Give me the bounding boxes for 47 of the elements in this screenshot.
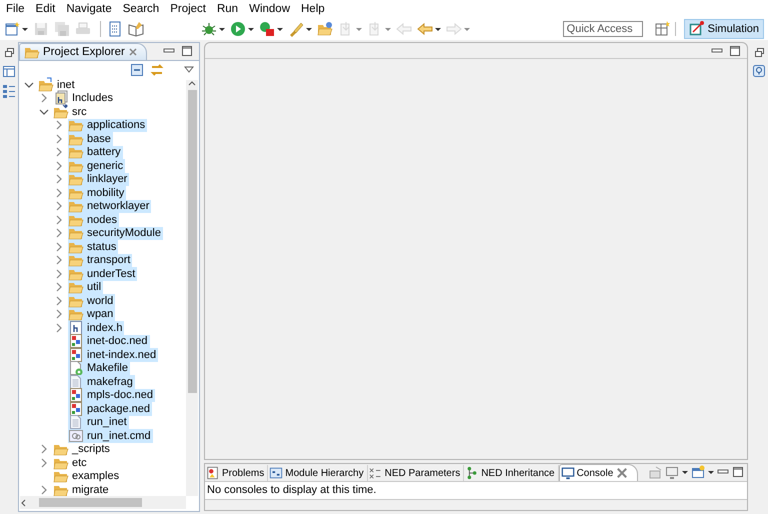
tree-item[interactable]: etc xyxy=(53,456,89,470)
tree-item[interactable]: transport xyxy=(68,254,132,267)
menu-item[interactable]: Help xyxy=(301,3,331,15)
tree-item[interactable]: mpls-doc.ned xyxy=(68,388,156,402)
menu-item[interactable]: Edit xyxy=(36,3,62,15)
tree-item[interactable]: networklayer xyxy=(68,200,152,213)
tree-item[interactable]: migrate xyxy=(53,483,111,496)
tree-item[interactable]: Includes xyxy=(53,92,115,105)
tree-item[interactable]: examples xyxy=(53,470,122,483)
menu-item[interactable]: Project xyxy=(170,3,212,15)
tree-item[interactable]: src xyxy=(53,105,89,118)
menu-item[interactable]: File xyxy=(6,3,31,15)
menu-item[interactable]: Search xyxy=(122,3,166,15)
tree-item[interactable]: base xyxy=(68,132,113,146)
view-tab[interactable]: NED Parameters xyxy=(368,465,464,481)
tree-item[interactable]: run_inet.cmd xyxy=(68,429,153,442)
tree-item[interactable]: mobility xyxy=(68,186,126,200)
perspective-button[interactable]: Simulation xyxy=(684,19,764,39)
tree-item[interactable]: generic xyxy=(68,159,126,172)
tree-item[interactable]: status xyxy=(68,240,118,254)
menu-item[interactable]: Navigate xyxy=(66,3,118,15)
quick-access-field[interactable]: Quick Access xyxy=(562,21,643,37)
tree-item[interactable]: inet-doc.ned xyxy=(68,334,150,348)
tree-item[interactable]: makefrag xyxy=(68,375,135,388)
view-tab[interactable]: Problems xyxy=(205,465,268,481)
tree-item[interactable]: wpan xyxy=(68,308,116,321)
console-message: No consoles to display at this time. xyxy=(205,482,747,500)
tree-item[interactable]: inet xyxy=(38,78,77,92)
tree-item[interactable]: underTest xyxy=(68,267,138,280)
menu-item[interactable]: Window xyxy=(249,3,296,15)
tree-item[interactable]: index.h xyxy=(68,321,124,334)
menu-item[interactable]: Run xyxy=(216,3,244,15)
tree-item[interactable]: run_inet xyxy=(68,416,129,429)
tree-item[interactable]: world xyxy=(68,294,116,308)
tree-item[interactable]: Makefile xyxy=(68,362,130,375)
view-tab[interactable]: Module Hierarchy xyxy=(268,465,368,481)
tree-item[interactable]: inet-index.ned xyxy=(68,348,158,362)
tree-item[interactable]: package.ned xyxy=(68,402,152,416)
tree-item[interactable]: util xyxy=(68,280,104,294)
view-tab[interactable]: Project Explorer xyxy=(19,43,147,60)
tree-item[interactable]: nodes xyxy=(68,213,119,226)
tree-item[interactable]: linklayer xyxy=(68,172,130,186)
tree-item[interactable]: battery xyxy=(68,146,123,159)
tree-item[interactable]: applications xyxy=(68,118,148,132)
tree-item[interactable]: securityModule xyxy=(68,226,163,240)
tree-item[interactable]: _scripts xyxy=(53,442,112,456)
view-tab[interactable]: Console xyxy=(558,464,638,481)
